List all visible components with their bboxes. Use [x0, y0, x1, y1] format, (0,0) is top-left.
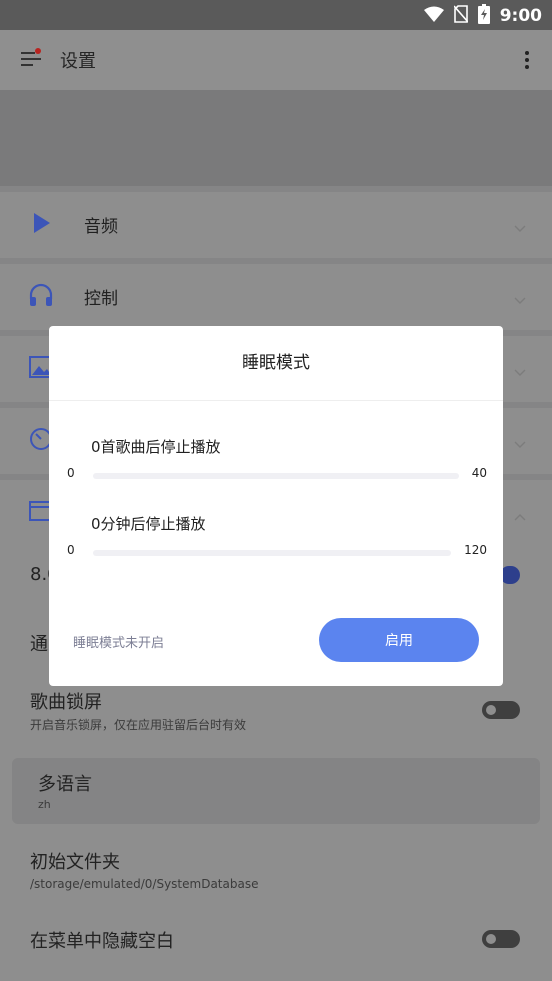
minutes-slider-caption: 0分钟后停止播放	[91, 515, 206, 533]
language-row[interactable]: 多语言 zh	[12, 758, 540, 824]
enable-button[interactable]: 启用	[319, 618, 479, 662]
lockscreen-subtitle: 开启音乐锁屏，仅在应用驻留后台时有效	[30, 718, 247, 732]
settings-group-label: 音频	[84, 217, 118, 237]
chevron-up-icon	[514, 506, 526, 521]
language-value: zh	[38, 798, 51, 811]
songs-slider-max: 40	[471, 466, 487, 480]
more-vertical-icon[interactable]	[524, 50, 530, 70]
initial-folder-value: /storage/emulated/0/SystemDatabase	[30, 877, 259, 891]
settings-group-control[interactable]: 控制	[0, 258, 552, 324]
clock: 9:00	[499, 6, 542, 26]
language-title: 多语言	[38, 774, 92, 795]
lockscreen-toggle[interactable]	[482, 701, 520, 719]
dialog-title: 睡眠模式	[242, 353, 310, 373]
songs-slider-caption: 0首歌曲后停止播放	[91, 438, 221, 456]
settings-group-label: 控制	[84, 289, 118, 309]
radio-selected-indicator[interactable]	[500, 566, 520, 584]
hide-blank-title: 在菜单中隐藏空白	[30, 931, 174, 952]
lockscreen-row[interactable]: 歌曲锁屏 开启音乐锁屏，仅在应用驻留后台时有效	[0, 680, 552, 746]
notification-text: 通	[30, 634, 48, 655]
wifi-icon	[423, 6, 444, 26]
dialog-divider	[49, 400, 503, 401]
minutes-slider-min: 0	[67, 543, 75, 557]
headphones-icon	[28, 282, 54, 308]
chevron-down-icon	[514, 362, 526, 376]
page-title: 设置	[60, 51, 96, 72]
battery-charging-icon	[477, 4, 490, 28]
menu-icon[interactable]	[20, 48, 42, 70]
header-banner	[0, 90, 552, 186]
hide-blank-toggle[interactable]	[482, 930, 520, 948]
settings-group-audio[interactable]: 音频	[0, 186, 552, 252]
sleep-mode-dialog: 睡眠模式 0首歌曲后停止播放 0 40 0分钟后停止播放 0 120 睡眠模式未…	[49, 326, 503, 686]
minutes-slider[interactable]	[93, 550, 451, 556]
songs-slider-min: 0	[67, 466, 75, 480]
chevron-down-icon	[514, 434, 526, 448]
minutes-slider-max: 120	[464, 543, 487, 557]
play-icon	[28, 210, 54, 236]
chevron-down-icon	[514, 218, 526, 232]
songs-slider-block: 0首歌曲后停止播放 0 40	[49, 436, 503, 496]
app-bar: 设置	[0, 30, 552, 90]
lockscreen-title: 歌曲锁屏	[30, 692, 102, 713]
initial-folder-row[interactable]: 初始文件夹 /storage/emulated/0/SystemDatabase	[0, 840, 552, 900]
songs-slider[interactable]	[93, 473, 459, 479]
status-bar: 9:00	[0, 0, 552, 30]
initial-folder-title: 初始文件夹	[30, 852, 120, 873]
minutes-slider-block: 0分钟后停止播放 0 120	[49, 513, 503, 573]
no-sim-icon	[453, 5, 469, 27]
sleep-status-text: 睡眠模式未开启	[73, 636, 165, 651]
chevron-down-icon	[514, 290, 526, 304]
hide-blank-row[interactable]: 在菜单中隐藏空白	[0, 912, 552, 972]
